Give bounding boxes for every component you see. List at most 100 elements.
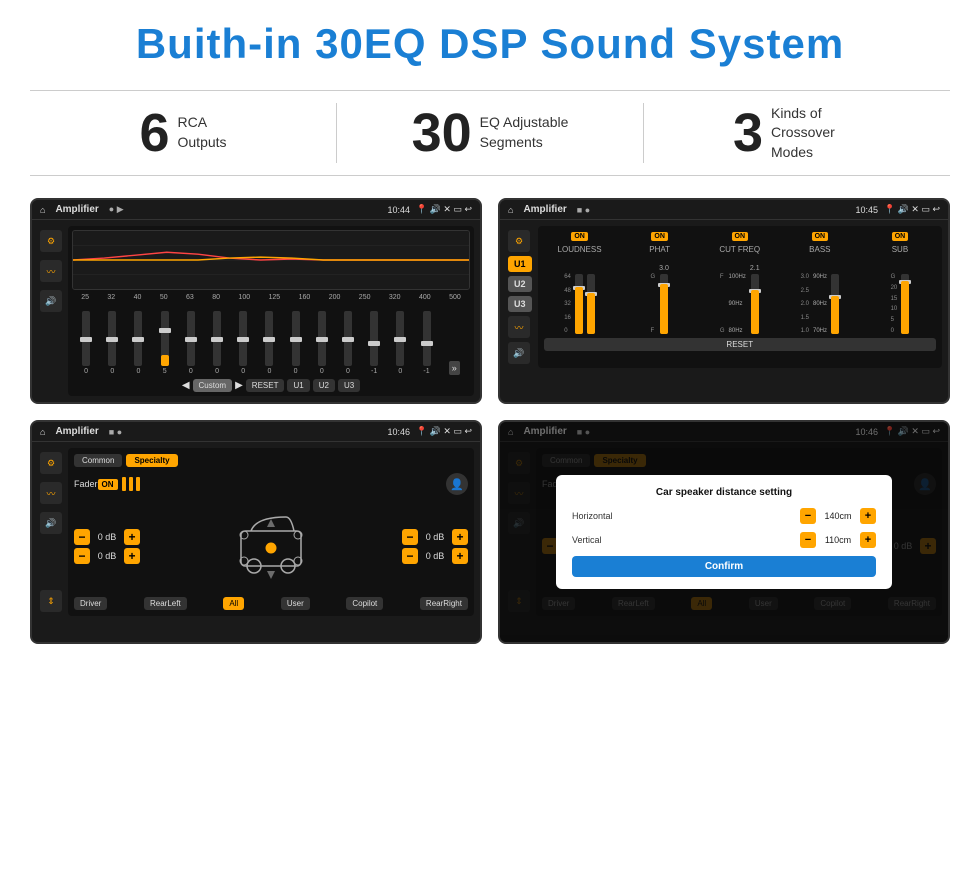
cross-u3-btn[interactable]: U3 — [508, 296, 532, 312]
eq-app-title: Amplifier — [55, 204, 98, 215]
eq-more-btn[interactable]: » — [449, 361, 460, 375]
fader-on-btn[interactable]: ON — [98, 479, 118, 490]
fader-left-controls: − 0 dB + − 0 dB + — [74, 529, 140, 564]
cross-sidebar: ⚙ U1 U2 U3 〰 🔊 — [506, 226, 534, 368]
cross-ch-cutfreq: ON CUT FREQ F G 100Hz — [704, 232, 776, 334]
fader-tab-specialty[interactable]: Specialty — [126, 454, 177, 467]
fader-content: − 0 dB + − 0 dB + — [74, 501, 468, 591]
stat-rca: 6 RCA Outputs — [30, 106, 336, 160]
eq-slider-col-6: 0 — [213, 311, 221, 375]
fader-tabs: Common Specialty — [74, 454, 468, 467]
eq-custom-btn[interactable]: Custom — [193, 379, 233, 392]
cross-sidebar-btn-2[interactable]: 〰 — [508, 316, 530, 338]
fader-minus-2[interactable]: − — [74, 548, 90, 564]
cross-ch-bass: ON BASS 3.0 2.5 2.0 1.5 1.0 — [784, 232, 856, 334]
fader-profile-icon[interactable]: 👤 — [446, 473, 468, 495]
fader-rearright-btn[interactable]: RearRight — [420, 597, 468, 610]
eq-sidebar: ⚙ 〰 🔊 — [38, 226, 64, 396]
fader-plus-3[interactable]: + — [452, 529, 468, 545]
fader-app-title: Amplifier — [55, 426, 98, 437]
eq-freq-labels: 25 32 40 50 63 80 100 125 160 200 250 32… — [72, 294, 470, 301]
fader-db-row-3: − 0 dB + — [402, 529, 468, 545]
fader-driver-btn[interactable]: Driver — [74, 597, 107, 610]
eq-reset-btn[interactable]: RESET — [246, 379, 285, 392]
stat-number-eq: 30 — [412, 106, 472, 160]
loudness-slider-2 — [587, 274, 595, 334]
fader-copilot-btn[interactable]: Copilot — [346, 597, 383, 610]
eq-slider-col-4: 5 — [161, 311, 169, 375]
fader-rearleft-btn[interactable]: RearLeft — [144, 597, 187, 610]
sub-sliders: G 20 15 10 5 0 — [891, 254, 910, 334]
eq-u1-btn[interactable]: U1 — [287, 379, 309, 392]
dialog-title: Car speaker distance setting — [572, 487, 876, 498]
dialog-horizontal-row: Horizontal − 140cm + — [572, 508, 876, 524]
stat-crossover: 3 Kinds of Crossover Modes — [644, 104, 950, 163]
fader-plus-1[interactable]: + — [124, 529, 140, 545]
dialog-vertical-minus[interactable]: − — [800, 532, 816, 548]
fader-slider-bar — [122, 477, 140, 491]
cross-sidebar-btn-1[interactable]: ⚙ — [508, 230, 530, 252]
phat-on-btn[interactable]: ON — [651, 232, 668, 241]
cross-main-screen: ⚙ U1 U2 U3 〰 🔊 ON — [500, 220, 948, 374]
fader-sidebar-btn-4[interactable]: ⇕ — [40, 590, 62, 612]
dialog-vertical-plus[interactable]: + — [860, 532, 876, 548]
fader-tab-common[interactable]: Common — [74, 454, 122, 467]
eq-u3-btn[interactable]: U3 — [338, 379, 360, 392]
cutfreq-name: CUT FREQ — [719, 245, 760, 254]
fader-db-val-4: 0 dB — [421, 551, 449, 561]
fader-bottom-btns: Driver RearLeft All User Copilot RearRig… — [74, 597, 468, 610]
eq-slider-col-9: 0 — [292, 311, 300, 375]
stat-label-eq: EQ Adjustable Segments — [480, 113, 569, 152]
fader-sidebar-btn-1[interactable]: ⚙ — [40, 452, 62, 474]
eq-sliders: 0 0 0 5 — [72, 305, 470, 375]
eq-u2-btn[interactable]: U2 — [313, 379, 335, 392]
eq-prev-btn[interactable]: ◀ — [182, 380, 190, 391]
eq-play-btn[interactable]: ▶ — [235, 380, 243, 391]
cross-ch-sub: ON SUB G 20 15 10 5 — [864, 232, 936, 334]
fader-plus-4[interactable]: + — [452, 548, 468, 564]
sub-on-btn[interactable]: ON — [892, 232, 909, 241]
fader-all-btn[interactable]: All — [223, 597, 244, 610]
dialog-screen-card: ⌂ Amplifier ■ ● 10:46 📍 🔊 ✕ ▭ ↩ ⚙ 〰 🔊 ⇕ — [498, 420, 950, 644]
dialog-horizontal-minus[interactable]: − — [800, 508, 816, 524]
dialog-horizontal-plus[interactable]: + — [860, 508, 876, 524]
eq-sidebar-btn-3[interactable]: 🔊 — [40, 290, 62, 312]
cross-status-icons: 📍 🔊 ✕ ▭ ↩ — [884, 204, 940, 215]
bass-on-btn[interactable]: ON — [812, 232, 829, 241]
cross-reset-btn[interactable]: RESET — [544, 338, 936, 351]
eq-slider-col-5: 0 — [187, 311, 195, 375]
fader-minus-3[interactable]: − — [402, 529, 418, 545]
fader-screen-card: ⌂ Amplifier ■ ● 10:46 📍 🔊 ✕ ▭ ↩ ⚙ 〰 🔊 ⇕ — [30, 420, 482, 644]
eq-slider-col-3: 0 — [134, 311, 142, 375]
dialog-horizontal-input: − 140cm + — [800, 508, 876, 524]
fader-minus-1[interactable]: − — [74, 529, 90, 545]
fader-db-row-1: − 0 dB + — [74, 529, 140, 545]
stat-number-crossover: 3 — [733, 106, 763, 160]
eq-sidebar-btn-1[interactable]: ⚙ — [40, 230, 62, 252]
fader-minus-4[interactable]: − — [402, 548, 418, 564]
eq-slider-col-10: 0 — [318, 311, 326, 375]
dialog-horizontal-label: Horizontal — [572, 511, 800, 521]
dialog-overlay: Car speaker distance setting Horizontal … — [500, 422, 948, 642]
cutfreq-on-btn[interactable]: ON — [732, 232, 749, 241]
eq-sidebar-btn-2[interactable]: 〰 — [40, 260, 62, 282]
fader-inner: ⚙ 〰 🔊 ⇕ Common Specialty Fader ON — [38, 448, 474, 616]
loudness-name: LOUDNESS — [558, 245, 602, 254]
fader-home-icon: ⌂ — [40, 427, 45, 437]
crossover-screen-card: ⌂ Amplifier ■ ● 10:45 📍 🔊 ✕ ▭ ↩ ⚙ U1 U2 … — [498, 198, 950, 404]
dialog-confirm-btn[interactable]: Confirm — [572, 556, 876, 577]
cross-u1-btn[interactable]: U1 — [508, 256, 532, 272]
fader-car-diagram — [148, 501, 394, 591]
fader-sidebar: ⚙ 〰 🔊 ⇕ — [38, 448, 64, 616]
fader-plus-2[interactable]: + — [124, 548, 140, 564]
cross-sidebar-btn-3[interactable]: 🔊 — [508, 342, 530, 364]
fader-user-btn[interactable]: User — [281, 597, 310, 610]
eq-slider-col-1: 0 — [82, 311, 90, 375]
eq-inner: ⚙ 〰 🔊 — [38, 226, 474, 396]
fader-sidebar-btn-2[interactable]: 〰 — [40, 482, 62, 504]
eq-slider-col-11: 0 — [344, 311, 352, 375]
dialog-vertical-value: 110cm — [820, 535, 856, 545]
loudness-on-btn[interactable]: ON — [571, 232, 588, 241]
cross-u2-btn[interactable]: U2 — [508, 276, 532, 292]
fader-sidebar-btn-3[interactable]: 🔊 — [40, 512, 62, 534]
